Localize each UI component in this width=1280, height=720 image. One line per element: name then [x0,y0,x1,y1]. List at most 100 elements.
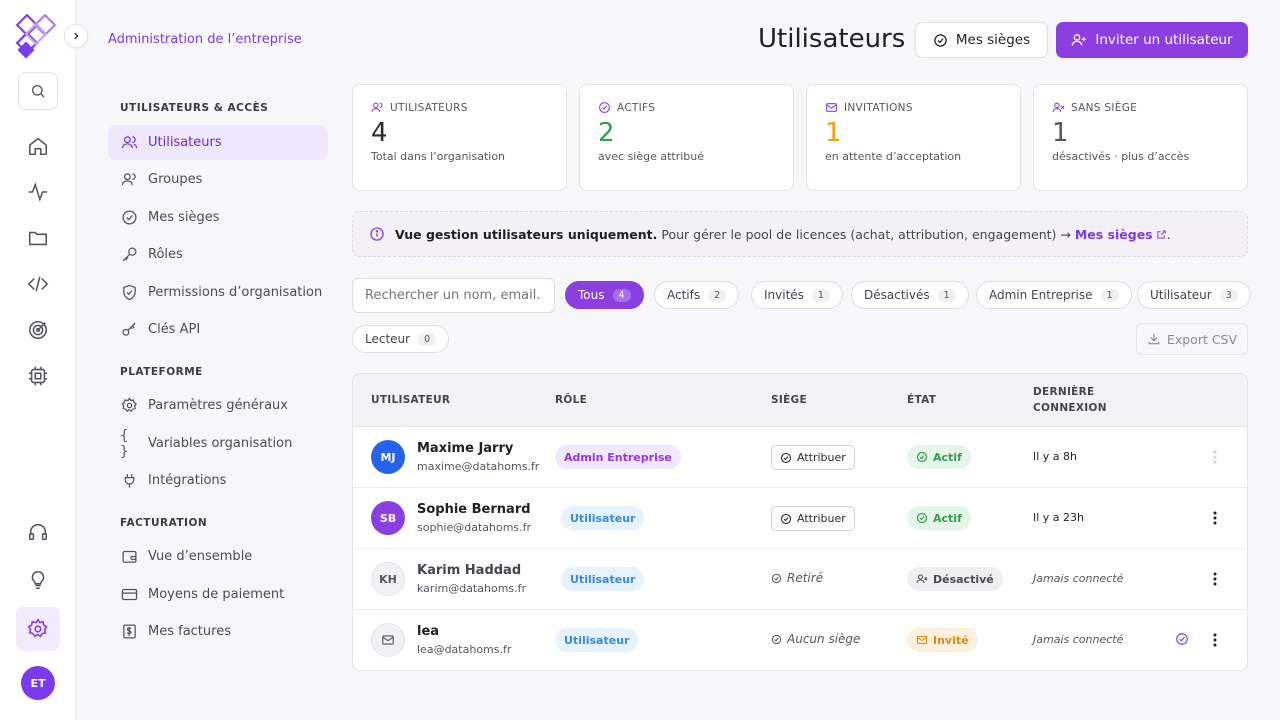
check-circle-icon [780,513,792,524]
sidebar-item-cles-api[interactable]: Clés API [108,312,328,347]
check-circle-icon [934,33,947,47]
banner-seats-link[interactable]: Mes sièges [1075,227,1153,242]
rail-target[interactable] [18,310,58,350]
key-icon [122,247,137,262]
role-badge[interactable]: Utilisateur [561,567,645,591]
rail-support[interactable] [18,512,58,552]
mail-icon [916,635,928,645]
table-row[interactable]: KH Karim Haddad karim@datahoms.fr Utilis… [353,549,1247,610]
banner-text: Pour gérer le pool de licences (achat, a… [661,226,1071,242]
role-badge[interactable]: Utilisateur [555,628,639,652]
table-row[interactable]: SB Sophie Bernard sophie@datahoms.fr Uti… [353,488,1247,549]
sidebar-item-label: Moyens de paiement [148,587,285,602]
chip-label: Actifs [667,288,701,302]
my-seats-button[interactable]: Mes sièges [915,22,1048,58]
collapse-toggle[interactable] [64,24,88,48]
export-csv-button[interactable]: Export CSV [1136,323,1248,355]
rail-home[interactable] [18,126,58,166]
rail-chip[interactable] [18,356,58,396]
chip-label: Tous [578,288,605,302]
sidebar-item-variables[interactable]: { } Variables organisation [108,426,328,461]
sidebar-item-groupes[interactable]: Groupes [108,162,328,197]
invite-user-button[interactable]: Inviter un utilisateur [1056,22,1248,58]
assign-seat-label: Attribuer [797,512,846,525]
page-title: Utilisateurs [758,24,906,54]
stat-subtitle: en attente d’acceptation [825,150,962,163]
mail-icon [382,635,394,645]
table-row[interactable]: lea lea@datahoms.fr Utilisateur Aucun si… [353,610,1247,670]
avatar: MJ [371,440,405,474]
last-login: Jamais connecté [1033,572,1124,585]
col-header-seat[interactable]: SIÈGE [771,392,807,408]
sidebar-item-label: Permissions d’organisation [148,285,323,300]
chip-label: Lecteur [365,332,411,346]
table-row[interactable]: MJ Maxime Jarry maxime@datahoms.fr Admin… [353,427,1247,488]
col-header-last-2[interactable]: CONNEXION [1033,400,1107,416]
col-header-last-1[interactable]: DERNIÈRE [1033,384,1095,400]
user-name: Maxime Jarry [417,441,514,456]
rail-search-button[interactable] [18,72,58,110]
chip-count: 1 [811,288,830,302]
filter-chip-invites[interactable]: Invités 1 [751,281,843,309]
sidebar-item-label: Utilisateurs [148,135,222,150]
check-circle-icon [916,512,928,524]
chip-count: 1 [1100,288,1119,302]
section-title-platform: PLATEFORME [120,366,203,378]
stat-label: ACTIFS [617,101,656,114]
banner-bold: Vue gestion utilisateurs uniquement. [395,226,658,242]
seat-status-label: Aucun siège [787,632,861,646]
check-circle-icon [1176,633,1188,645]
kebab-menu-icon [1213,572,1217,586]
user-avatar[interactable]: ET [21,666,55,700]
row-menu-button[interactable] [1205,569,1225,589]
col-header-user[interactable]: UTILISATEUR [371,392,450,408]
assign-seat-label: Attribuer [797,451,846,464]
rail-ideas[interactable] [18,560,58,600]
sidebar-item-factures[interactable]: Mes factures [108,614,328,649]
sidebar-item-utilisateurs[interactable]: Utilisateurs [108,125,328,160]
role-badge[interactable]: Utilisateur [561,506,645,530]
assign-seat-button[interactable]: Attribuer [771,506,855,531]
user-x-icon [1052,102,1065,112]
banner-tail: . [1166,226,1171,242]
sidebar-item-paiement[interactable]: Moyens de paiement [108,577,328,612]
filter-chip-tous[interactable]: Tous 4 [565,281,644,309]
sidebar-item-vue-ensemble[interactable]: Vue d’ensemble [108,539,328,574]
sidebar-item-mes-sieges[interactable]: Mes sièges [108,200,328,235]
row-menu-button[interactable] [1205,630,1225,650]
filter-chip-utilisateur[interactable]: Utilisateur 3 [1137,281,1251,309]
filter-chip-desactives[interactable]: Désactivés 1 [851,281,969,309]
filter-chip-actifs[interactable]: Actifs 2 [654,281,740,309]
logo-icon[interactable] [14,14,62,62]
sidebar-item-permissions[interactable]: Permissions d’organisation [108,275,328,310]
role-badge[interactable]: Admin Entreprise [555,445,681,469]
resend-invite-button[interactable] [1175,632,1189,650]
filter-chip-admin[interactable]: Admin Entreprise 1 [976,281,1132,309]
assign-seat-button[interactable]: Attribuer [771,445,855,470]
stat-card-active: ACTIFS 2 avec siège attribué [579,84,794,191]
sidebar-item-parametres[interactable]: Paramètres généraux [108,388,328,423]
icon-rail: ET [0,0,76,720]
rail-folder[interactable] [18,218,58,258]
export-label: Export CSV [1166,331,1238,347]
external-link-icon[interactable] [1156,229,1167,240]
rail-settings[interactable] [16,607,60,651]
rail-activity[interactable] [18,172,58,212]
check-circle-icon [771,573,782,583]
col-header-role[interactable]: RÔLE [555,392,587,408]
col-header-state[interactable]: ÉTAT [907,392,936,408]
stat-label: SANS SIÈGE [1071,101,1138,114]
chevron-right-icon [74,32,79,40]
breadcrumb[interactable]: Administration de l’entreprise [108,32,302,47]
rail-code[interactable] [18,264,58,304]
row-menu-button[interactable] [1205,508,1225,528]
sidebar-item-roles[interactable]: Rôles [108,237,328,272]
sidebar-item-integrations[interactable]: Intégrations [108,463,328,498]
chip-count: 1 [937,288,956,302]
search-input[interactable] [352,278,555,313]
filter-chip-lecteur[interactable]: Lecteur 0 [352,325,450,353]
kebab-menu-icon [1213,511,1217,525]
row-menu-button[interactable] [1205,447,1225,467]
user-x-icon [916,574,928,584]
user-name: Karim Haddad [417,563,522,578]
